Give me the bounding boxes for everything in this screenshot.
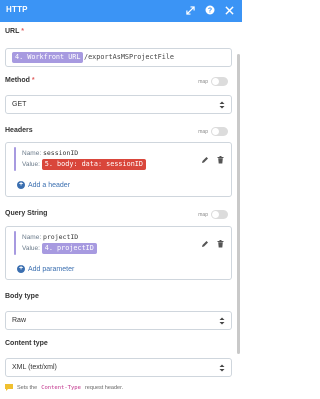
query-map-toggle[interactable]: map xyxy=(198,210,228,219)
query-item-value: Value: 4. projectID xyxy=(22,243,97,254)
select-arrows-icon xyxy=(219,317,225,325)
item-drag-bar[interactable] xyxy=(14,231,16,255)
content-type-label: Content type xyxy=(5,340,48,347)
scrollbar[interactable] xyxy=(237,54,240,354)
url-field[interactable]: 4. Workfront URL /exportAsMSProjectFile xyxy=(5,48,232,67)
method-select[interactable]: GET xyxy=(5,95,232,114)
method-map-toggle[interactable]: map xyxy=(198,77,228,86)
item-drag-bar[interactable] xyxy=(14,147,16,171)
map-toggle-switch[interactable] xyxy=(211,210,228,219)
method-value: GET xyxy=(12,101,27,108)
module-title: HTTP xyxy=(6,5,28,14)
header-value-token[interactable]: 5. body: data: sessionID xyxy=(41,159,146,170)
headers-label: Headers xyxy=(5,127,33,134)
select-arrows-icon xyxy=(219,101,225,109)
query-value-token[interactable]: 4. projectID xyxy=(41,243,97,254)
plus-icon: + xyxy=(17,181,25,189)
content-type-select[interactable]: XML (text/xml) xyxy=(5,358,232,377)
query-string-list: Name: projectID Value: 4. projectID + Add… xyxy=(5,226,232,280)
method-label: Method * xyxy=(5,77,35,84)
select-arrows-icon xyxy=(219,364,225,372)
comment-icon xyxy=(5,384,13,391)
close-icon[interactable] xyxy=(225,5,234,15)
url-token-workfront[interactable]: 4. Workfront URL xyxy=(12,52,84,63)
url-suffix-text: /exportAsMSProjectFile xyxy=(84,53,175,61)
module-header: HTTP ? xyxy=(0,0,242,22)
header-item-value: Value: 5. body: data: sessionID xyxy=(22,159,146,170)
delete-icon[interactable] xyxy=(217,235,224,253)
expand-icon[interactable] xyxy=(186,5,195,15)
map-toggle-switch[interactable] xyxy=(211,77,228,86)
delete-icon[interactable] xyxy=(217,151,224,169)
plus-icon: + xyxy=(17,265,25,273)
query-string-label: Query String xyxy=(5,210,48,217)
body-type-select[interactable]: Raw xyxy=(5,311,232,330)
query-item-name: Name: projectID xyxy=(22,233,79,241)
edit-icon[interactable] xyxy=(201,235,209,253)
help-icon[interactable]: ? xyxy=(205,5,215,15)
content-type-hint: Sets the Content-Type request header. xyxy=(5,384,123,391)
header-item-name: Name: sessionID xyxy=(22,149,79,157)
url-label: URL * xyxy=(5,28,24,35)
svg-text:?: ? xyxy=(208,8,212,15)
content-type-value: XML (text/xml) xyxy=(12,364,57,371)
edit-icon[interactable] xyxy=(201,151,209,169)
add-parameter-button[interactable]: + Add parameter xyxy=(17,265,74,273)
map-toggle-switch[interactable] xyxy=(211,127,228,136)
body-type-value: Raw xyxy=(12,317,27,324)
headers-list: Name: sessionID Value: 5. body: data: se… xyxy=(5,142,232,197)
add-header-button[interactable]: + Add a header xyxy=(17,181,70,189)
headers-map-toggle[interactable]: map xyxy=(198,127,228,136)
body-type-label: Body type xyxy=(5,293,39,300)
